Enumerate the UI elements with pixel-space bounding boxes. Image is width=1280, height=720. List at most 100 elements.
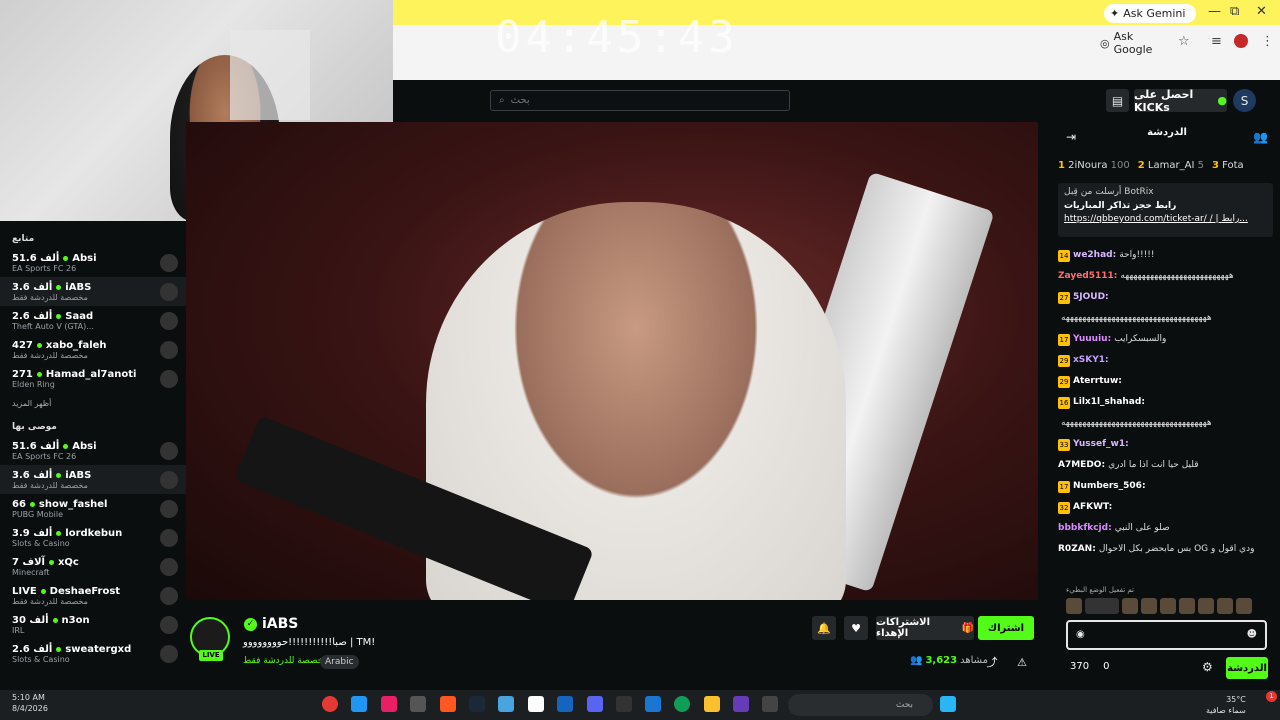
language-tag[interactable]: Arabic	[320, 655, 359, 669]
emote-icon[interactable]	[1236, 598, 1252, 614]
report-button[interactable]: ⚠	[1010, 650, 1034, 674]
chat-message[interactable]: 29 xSKY1:	[1058, 350, 1270, 371]
app-icon[interactable]	[645, 696, 661, 712]
ask-gemini-button[interactable]: ✦ Ask Gemini	[1104, 4, 1196, 23]
stream-category[interactable]: مخصصة للدردشة فقط	[243, 656, 328, 666]
chat-message[interactable]: 32 AFKWT:	[1058, 497, 1270, 518]
emote-icon[interactable]	[1066, 598, 1082, 614]
weather-widget[interactable]: 35°C سماء صافية	[1206, 694, 1246, 716]
emote-picker-icon[interactable]: ☻	[1247, 629, 1257, 640]
app-icon[interactable]	[498, 696, 514, 712]
emote-icon[interactable]	[1217, 598, 1233, 614]
sidebar-channel-show_fashel[interactable]: 66 show_fashel PUBG Mobile	[0, 494, 186, 523]
chat-input[interactable]: ◉ ☻	[1066, 620, 1267, 650]
show-more-link[interactable]: أظهر المزيد	[0, 393, 186, 414]
chat-message[interactable]: هههههههههههههههههههههههههههههههههههه	[1058, 413, 1270, 434]
emote-icon[interactable]	[1160, 598, 1176, 614]
get-kicks-button[interactable]: احصل على KICKs ●	[1134, 88, 1227, 114]
search-input[interactable]: ⌕ بحث	[490, 90, 790, 111]
emoji-icon[interactable]: ◉	[1076, 629, 1085, 640]
emote-icon[interactable]	[1141, 598, 1157, 614]
follow-heart-button[interactable]: ♥	[844, 616, 868, 640]
chat-message[interactable]: Zayed5111: ههههههههههههههههههههههههههه	[1058, 266, 1270, 287]
chat-username[interactable]: Aterrtuw:	[1073, 371, 1122, 392]
chat-username[interactable]: we2had:	[1073, 245, 1116, 266]
chat-message[interactable]: 16 Lilx1l_shahad:	[1058, 392, 1270, 413]
chat-username[interactable]: R0ZAN:	[1058, 539, 1096, 560]
user-avatar[interactable]: S	[1233, 89, 1256, 112]
chat-settings-icon[interactable]: ⚙	[1202, 660, 1213, 674]
brave-icon[interactable]	[440, 696, 456, 712]
chat-username[interactable]: 5JOUD:	[1073, 287, 1109, 308]
clock[interactable]: 5:10 AM 8/4/2026	[12, 692, 48, 714]
sidebar-channel-hamad_al7anoti[interactable]: 271 Hamad_al7anoti Elden Ring	[0, 364, 186, 393]
chat-username[interactable]: bbbkfkcjd:	[1058, 518, 1112, 539]
chat-message[interactable]: 17 Yuuuiu: والسبسكرايب	[1058, 329, 1270, 350]
menu-kebab-icon[interactable]: ⋮	[1261, 34, 1274, 49]
chat-users-icon[interactable]: 👥	[1253, 130, 1268, 144]
chat-username[interactable]: A7MEDO:	[1058, 455, 1105, 476]
chat-message[interactable]: هههههههههههههههههههههههههههههههههههه	[1058, 308, 1270, 329]
sidebar-channel-xabo_faleh[interactable]: 427 xabo_faleh مخصصة للدردشة فقط	[0, 335, 186, 364]
sidebar-channel-xqc[interactable]: 7 آلاف xQc Minecraft	[0, 552, 186, 581]
emote-icon[interactable]	[1179, 598, 1195, 614]
taskbar-search[interactable]: بحث	[788, 694, 933, 716]
chat-username[interactable]: Yussef_w1:	[1073, 434, 1129, 455]
emote-icon[interactable]	[1085, 598, 1119, 614]
sidebar-channel-saad[interactable]: 2.6 ألف Saad Theft Auto V (GTA)...	[0, 306, 186, 335]
steam-icon[interactable]	[469, 696, 485, 712]
ask-google-button[interactable]: ◎ Ask Google	[1100, 30, 1170, 56]
chat-message[interactable]: 27 5JOUD:	[1058, 287, 1270, 308]
app-icon[interactable]	[762, 696, 778, 712]
chat-message[interactable]: 14 we2had: واحة!!!!!	[1058, 245, 1270, 266]
sidebar-channel-iabs[interactable]: 3.6 ألف iABS مخصصة للدردشة فقط	[0, 465, 186, 494]
chat-message[interactable]: bbbkfkcjd: صلو على النبي	[1058, 518, 1270, 539]
leaderboard-entry[interactable]: 3 Fota	[1212, 160, 1244, 171]
discord-icon[interactable]	[587, 696, 603, 712]
sidebar-channel-lordkebun[interactable]: 3.9 ألف lordkebun Slots & Casino	[0, 523, 186, 552]
chat-username[interactable]: Numbers_506:	[1073, 476, 1146, 497]
app-icon[interactable]	[557, 696, 573, 712]
edge-icon[interactable]	[674, 696, 690, 712]
sidebar-channel-iabs[interactable]: 3.6 ألف iABS مخصصة للدردشة فقط	[0, 277, 186, 306]
chat-message[interactable]: R0ZAN: بس مابحضر بكل الاحوال OG ودي اقول …	[1058, 539, 1270, 560]
app-icon[interactable]	[733, 696, 749, 712]
sidebar-channel-absi[interactable]: 51.6 ألف Absi EA Sports FC 26	[0, 436, 186, 465]
emote-icon[interactable]	[1122, 598, 1138, 614]
chat-message[interactable]: 33 Yussef_w1:	[1058, 434, 1270, 455]
subscribe-button[interactable]: اشتراك	[978, 616, 1034, 640]
minimize-button[interactable]: —	[1208, 4, 1221, 19]
emote-icon[interactable]	[1198, 598, 1214, 614]
sidebar-channel-n3on[interactable]: 30 ألف n3on IRL	[0, 610, 186, 639]
gift-subs-button[interactable]: الاشتراكات الإهداء 🎁	[876, 616, 974, 640]
chat-message[interactable]: A7MEDO: قليل حيا انت اذا ما ادري	[1058, 455, 1270, 476]
chat-username[interactable]: xSKY1:	[1073, 350, 1109, 371]
app-icon[interactable]	[616, 696, 632, 712]
leaderboard-entry[interactable]: 1 2iNoura 100	[1058, 160, 1130, 171]
leaderboard-entry[interactable]: 2 Lamar_AI 5	[1138, 160, 1204, 171]
chat-message[interactable]: 17 Numbers_506:	[1058, 476, 1270, 497]
chat-username[interactable]: Zayed5111:	[1058, 266, 1117, 287]
notification-badge[interactable]: 1	[1266, 691, 1277, 702]
channel-name[interactable]: iABS	[262, 616, 298, 632]
photos-icon[interactable]	[351, 696, 367, 712]
chat-username[interactable]: Lilx1l_shahad:	[1073, 392, 1145, 413]
file-explorer-icon[interactable]	[704, 696, 720, 712]
close-window-button[interactable]: ✕	[1256, 4, 1267, 19]
sidebar-channel-sweatergxd[interactable]: 2.6 ألف sweatergxd Slots & Casino	[0, 639, 186, 668]
chat-username[interactable]: Yuuuiu:	[1073, 329, 1111, 350]
chat-message[interactable]: 29 Aterrtuw:	[1058, 371, 1270, 392]
chat-username[interactable]: AFKWT:	[1073, 497, 1112, 518]
epic-games-icon[interactable]	[528, 696, 544, 712]
maximize-button[interactable]: ⧉	[1230, 4, 1239, 19]
sidebar-channel-absi[interactable]: 51.6 ألف Absi EA Sports FC 26	[0, 248, 186, 277]
chat-send-button[interactable]: الدردشة	[1226, 657, 1268, 679]
bookmark-star-icon[interactable]: ☆	[1178, 34, 1190, 49]
collapse-chat-icon[interactable]: ⇥	[1066, 130, 1076, 144]
layout-toggle-button[interactable]: ▤	[1106, 89, 1129, 112]
share-button[interactable]: ⤴	[980, 650, 1004, 674]
chrome-icon[interactable]	[322, 696, 338, 712]
media-controls-icon[interactable]: ≡	[1211, 34, 1222, 49]
sidebar-channel-deshaefrost[interactable]: LIVE DeshaeFrost مخصصة للدردشة فقط	[0, 581, 186, 610]
notification-bell-button[interactable]: 🔔	[812, 616, 836, 640]
